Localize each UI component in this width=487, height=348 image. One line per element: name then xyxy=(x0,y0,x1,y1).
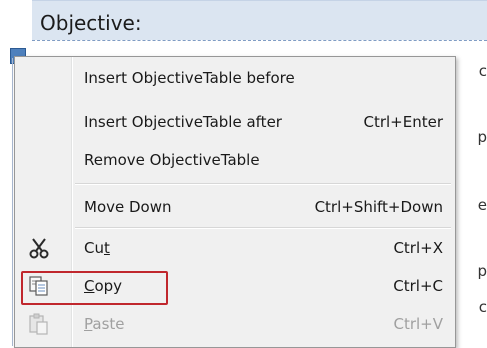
menu-item-shortcut: Ctrl+X xyxy=(393,239,443,257)
menu-item-shortcut: Ctrl+V xyxy=(393,315,443,333)
paste-icon xyxy=(27,313,51,335)
text-fragment: c xyxy=(478,62,487,80)
context-menu: Insert ObjectiveTable before Insert Obje… xyxy=(14,56,456,348)
menu-item-move-down[interactable]: Move Down Ctrl+Shift+Down xyxy=(15,190,455,224)
objective-header: Objective: xyxy=(32,0,487,41)
objective-label: Objective: xyxy=(40,11,142,35)
copy-highlight-annotation xyxy=(21,271,168,305)
menu-item-label: Move Down xyxy=(84,198,172,216)
menu-item-paste[interactable]: Paste Ctrl+V xyxy=(15,307,455,341)
menu-item-label: Paste xyxy=(84,315,125,333)
menu-item-label: Remove ObjectiveTable xyxy=(84,151,260,169)
menu-item-shortcut: Ctrl+Shift+Down xyxy=(314,198,443,216)
menu-item-insert-objectivetable-after[interactable]: Insert ObjectiveTable after Ctrl+Enter xyxy=(15,105,455,139)
text-fragment: p xyxy=(477,128,487,146)
text-fragment: p xyxy=(477,262,487,280)
text-fragment: c xyxy=(478,298,487,316)
menu-item-insert-objectivetable-before[interactable]: Insert ObjectiveTable before xyxy=(15,61,455,95)
menu-item-label: Insert ObjectiveTable after xyxy=(84,113,282,131)
menu-item-remove-objectivetable[interactable]: Remove ObjectiveTable xyxy=(15,143,455,177)
text-fragment: e xyxy=(477,196,487,214)
menu-separator xyxy=(75,183,451,185)
menu-item-shortcut: Ctrl+Enter xyxy=(363,113,443,131)
menu-item-cut[interactable]: Cut Ctrl+X xyxy=(15,231,455,265)
menu-separator xyxy=(75,227,451,229)
scissors-icon xyxy=(27,237,51,259)
document-left-edge xyxy=(4,58,13,346)
menu-item-label: Cut xyxy=(84,239,110,257)
menu-item-label: Insert ObjectiveTable before xyxy=(84,69,295,87)
menu-item-shortcut: Ctrl+C xyxy=(393,277,443,295)
